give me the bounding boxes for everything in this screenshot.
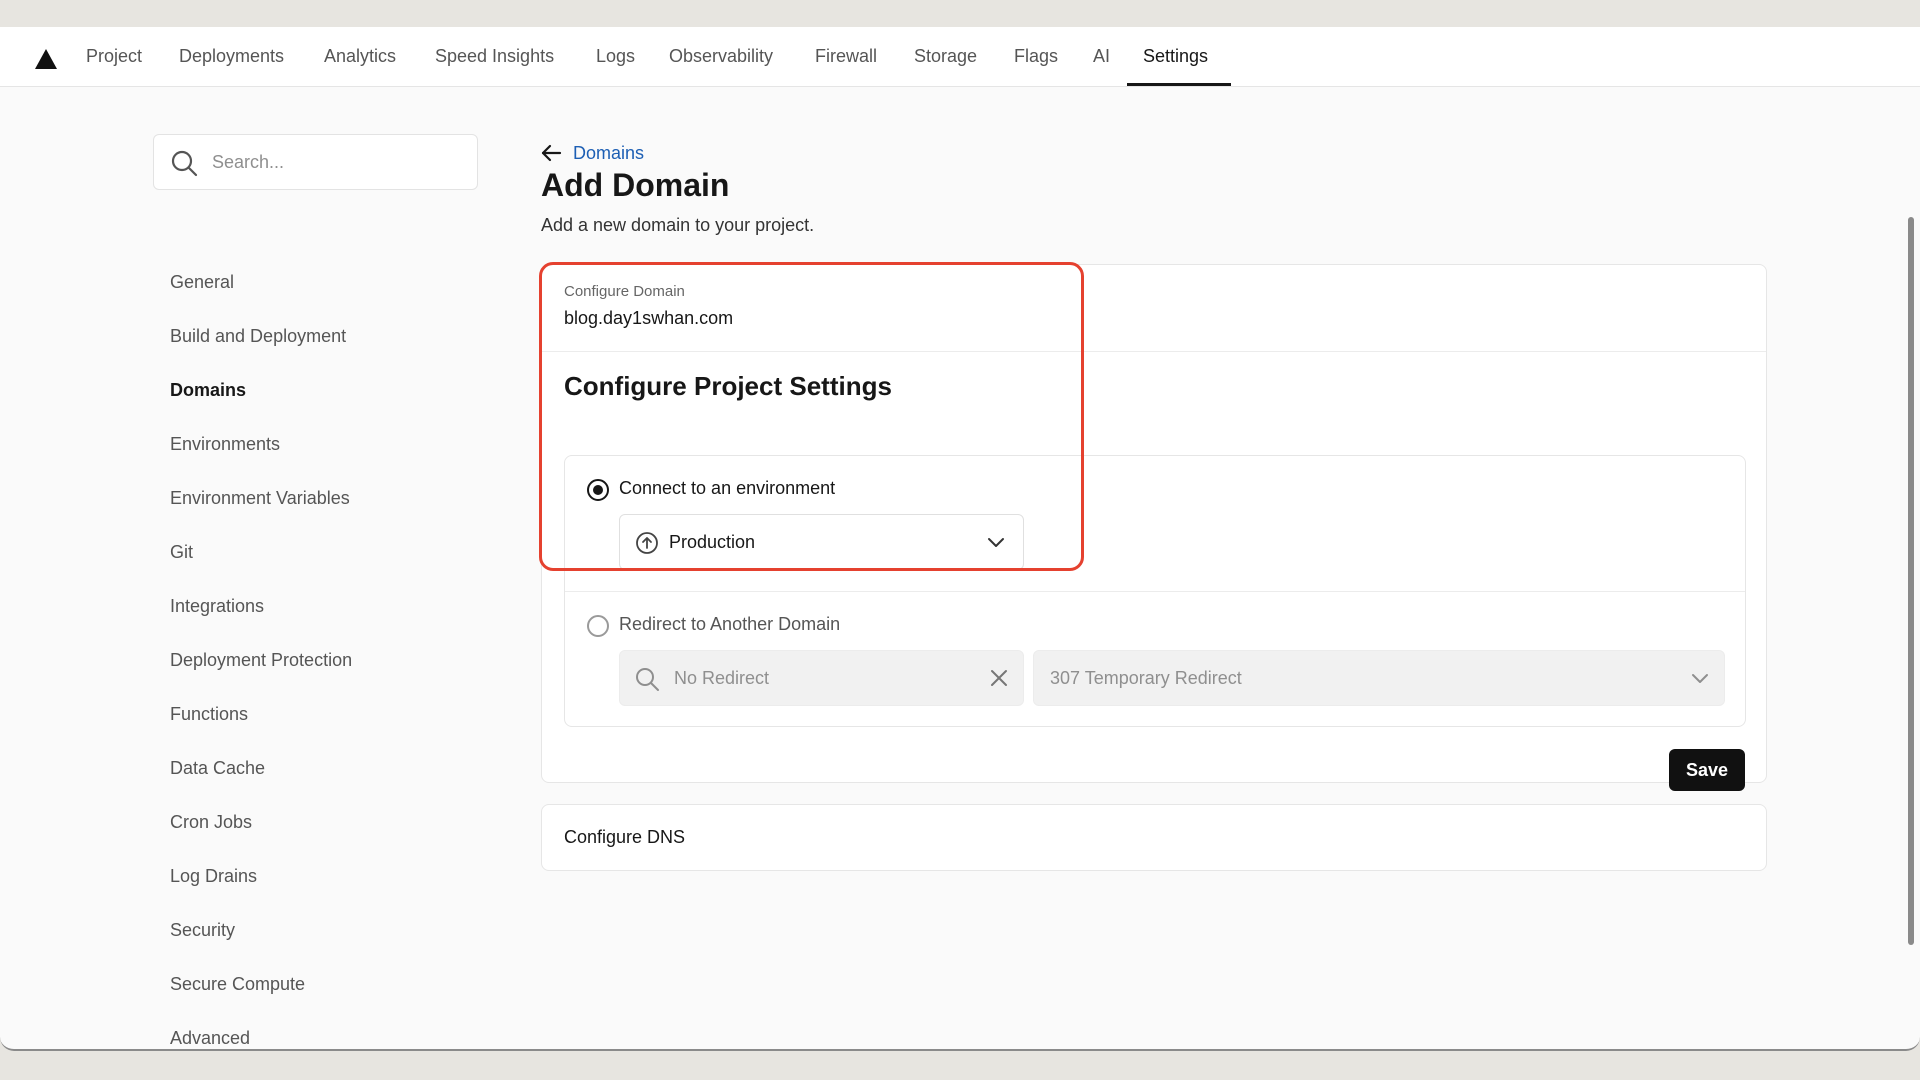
sidebar-item-advanced[interactable]: Advanced	[170, 1023, 250, 1049]
arrow-left-icon	[541, 144, 562, 162]
sidebar-item-data-cache[interactable]: Data Cache	[170, 753, 265, 783]
active-tab-indicator	[1127, 83, 1231, 86]
redirect-domain-input[interactable]: No Redirect	[619, 650, 1024, 706]
close-icon[interactable]	[988, 667, 1010, 689]
redirect-domain-placeholder: No Redirect	[674, 668, 770, 688]
nav-tab-flags[interactable]: Flags	[1014, 27, 1058, 87]
nav-tab-deployments[interactable]: Deployments	[179, 27, 284, 87]
sidebar-item-domains[interactable]: Domains	[170, 375, 246, 405]
card-divider	[542, 351, 1766, 352]
sidebar-item-log-drains[interactable]: Log Drains	[170, 861, 257, 891]
connect-environment-radio[interactable]	[587, 479, 609, 501]
nav-tab-logs[interactable]: Logs	[596, 27, 635, 87]
sidebar-search[interactable]	[153, 134, 478, 190]
sidebar-search-input[interactable]	[212, 145, 462, 179]
nav-tab-firewall[interactable]: Firewall	[815, 27, 877, 87]
save-button[interactable]: Save	[1669, 749, 1745, 791]
redirect-domain-label[interactable]: Redirect to Another Domain	[619, 614, 840, 635]
sidebar-item-deployment-protection[interactable]: Deployment Protection	[170, 645, 352, 675]
sidebar-item-git[interactable]: Git	[170, 537, 193, 567]
scrollbar[interactable]	[1908, 217, 1914, 945]
redirect-type-select[interactable]: 307 Temporary Redirect	[1033, 650, 1725, 706]
chevron-down-icon	[988, 538, 1004, 547]
top-nav: Project Deployments Analytics Speed Insi…	[0, 27, 1920, 87]
nav-tab-project[interactable]: Project	[86, 27, 142, 87]
nav-tab-speed-insights[interactable]: Speed Insights	[435, 27, 554, 87]
sidebar-item-general[interactable]: General	[170, 267, 234, 297]
sidebar-item-build-and-deployment[interactable]: Build and Deployment	[170, 321, 346, 351]
app-window: Project Deployments Analytics Speed Insi…	[0, 27, 1920, 1051]
sidebar-item-environment-variables[interactable]: Environment Variables	[170, 483, 350, 513]
domain-name: blog.day1swhan.com	[564, 308, 734, 328]
environment-select-value: Production	[669, 532, 756, 552]
environment-select[interactable]: Production	[619, 514, 1024, 570]
domain-options-panel: Connect to an environment Production Red…	[564, 455, 1746, 727]
sidebar-item-security[interactable]: Security	[170, 915, 235, 945]
sidebar-item-integrations[interactable]: Integrations	[170, 591, 264, 621]
vercel-logo-icon[interactable]	[35, 49, 57, 69]
chevron-down-icon	[1692, 674, 1708, 683]
nav-tab-settings[interactable]: Settings	[1143, 27, 1208, 87]
options-divider	[565, 591, 1745, 592]
nav-tab-storage[interactable]: Storage	[914, 27, 977, 87]
redirect-domain-radio[interactable]	[587, 615, 609, 637]
search-icon	[636, 668, 659, 691]
search-icon	[171, 150, 198, 177]
sidebar-item-environments[interactable]: Environments	[170, 429, 280, 459]
nav-tab-analytics[interactable]: Analytics	[324, 27, 396, 87]
project-settings-title: Configure Project Settings	[564, 371, 892, 401]
sidebar-item-secure-compute[interactable]: Secure Compute	[170, 969, 305, 999]
sidebar-item-cron-jobs[interactable]: Cron Jobs	[170, 807, 252, 837]
back-link-label[interactable]: Domains	[573, 139, 644, 167]
nav-tab-observability[interactable]: Observability	[669, 27, 773, 87]
configure-domain-label: Configure Domain	[564, 283, 685, 300]
nav-tab-ai[interactable]: AI	[1093, 27, 1110, 87]
connect-environment-label[interactable]: Connect to an environment	[619, 478, 835, 499]
arrow-up-circle-icon	[636, 532, 658, 554]
page-title: Add Domain	[541, 167, 730, 203]
page-subtitle: Add a new domain to your project.	[541, 215, 815, 235]
configure-dns-label: Configure DNS	[564, 827, 686, 847]
configure-dns-card[interactable]: Configure DNS	[541, 804, 1767, 871]
sidebar-item-functions[interactable]: Functions	[170, 699, 248, 729]
add-domain-card: Configure Domain blog.day1swhan.com Conf…	[541, 264, 1767, 791]
redirect-type-value: 307 Temporary Redirect	[1050, 668, 1242, 688]
